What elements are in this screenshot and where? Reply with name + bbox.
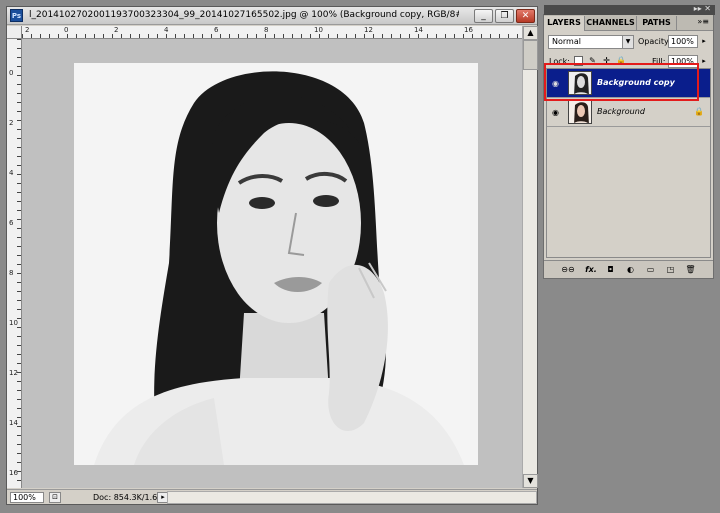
layer-thumbnail: [568, 100, 592, 124]
opacity-label: Opacity:: [638, 37, 671, 46]
vertical-scrollbar[interactable]: ▲ ▼: [522, 26, 538, 488]
ruler-label: 6: [214, 26, 219, 34]
group-icon[interactable]: ▭: [644, 264, 657, 276]
status-bar: 100% ⊡ Doc: 854.3K/1.67M ▸: [7, 489, 537, 504]
status-menu-icon[interactable]: ⊡: [49, 492, 61, 503]
link-icon[interactable]: ⊖⊖: [558, 264, 578, 276]
minimize-button[interactable]: _: [474, 9, 493, 23]
layers-panel: ▸▸ ✕ LAYERS CHANNELS PATHS »≡ Normal ▼ O…: [543, 4, 715, 279]
opacity-value: 100%: [671, 37, 694, 46]
ruler-horizontal[interactable]: 2 0 2 4 6 8 10 12 14 16: [22, 26, 522, 39]
blend-mode-value: Normal: [552, 37, 581, 46]
tab-paths[interactable]: PATHS: [637, 16, 677, 31]
panel-header-bar[interactable]: ▸▸ ✕: [544, 4, 715, 15]
layer-name[interactable]: Background: [597, 107, 645, 116]
ruler-label: 14: [9, 419, 18, 427]
adjustment-icon[interactable]: ◐: [624, 264, 637, 276]
panel-menu-icon[interactable]: »≡: [697, 17, 709, 26]
chevron-right-icon[interactable]: ▸: [698, 35, 710, 48]
eye-icon[interactable]: ◉: [550, 108, 561, 117]
selection-highlight-box: [544, 63, 699, 101]
ruler-label: 14: [414, 26, 423, 34]
lock-icon: 🔒: [694, 107, 704, 116]
ruler-label: 16: [464, 26, 473, 34]
tab-channels[interactable]: CHANNELS: [585, 16, 637, 31]
ruler-label: 6: [9, 219, 14, 227]
fx-icon[interactable]: fx.: [584, 264, 598, 276]
document-window: Ps l_2014102702001193700323304_99_201410…: [6, 6, 538, 505]
ruler-vertical[interactable]: 0 2 4 6 8 10 12 14 16: [7, 39, 22, 488]
ruler-label: 0: [64, 26, 69, 34]
ruler-label: 12: [9, 369, 18, 377]
ruler-label: 2: [25, 26, 30, 34]
document-title: l_2014102702001193700323304_99_201410271…: [29, 10, 459, 20]
document-titlebar[interactable]: Ps l_2014102702001193700323304_99_201410…: [7, 7, 537, 25]
panel-tabs: LAYERS CHANNELS PATHS »≡: [544, 15, 713, 31]
horizontal-scrollbar[interactable]: [167, 491, 537, 504]
trash-icon[interactable]: 🗑: [684, 264, 697, 276]
ruler-label: 12: [364, 26, 373, 34]
ruler-corner[interactable]: [7, 26, 22, 39]
new-layer-icon[interactable]: ◳: [664, 264, 677, 276]
scroll-up-arrow-icon[interactable]: ▲: [523, 26, 538, 40]
maximize-button[interactable]: ❐: [495, 9, 514, 23]
photoshop-icon: Ps: [10, 9, 23, 22]
zoom-field[interactable]: 100%: [10, 492, 44, 503]
chevron-right-icon[interactable]: ▸: [698, 55, 710, 68]
layer-background[interactable]: ◉ Background 🔒: [547, 98, 710, 127]
panel-toolbar: ⊖⊖ fx. ◘ ◐ ▭ ◳ 🗑: [544, 260, 713, 278]
ruler-label: 4: [164, 26, 169, 34]
portrait-illustration: [74, 63, 478, 465]
ruler-label: 8: [9, 269, 14, 277]
collapse-icon[interactable]: ▸▸ ✕: [694, 4, 711, 13]
ruler-label: 10: [9, 319, 18, 327]
ruler-label: 8: [264, 26, 269, 34]
close-button[interactable]: ✕: [516, 9, 535, 23]
scroll-thumb[interactable]: [523, 40, 538, 70]
chevron-down-icon: ▼: [622, 36, 633, 48]
ruler-label: 10: [314, 26, 323, 34]
opacity-field[interactable]: 100% ▸: [668, 35, 706, 48]
ruler-label: 4: [9, 169, 14, 177]
ruler-label: 16: [9, 469, 18, 477]
mask-icon[interactable]: ◘: [604, 264, 617, 276]
blend-mode-select[interactable]: Normal ▼: [548, 35, 634, 49]
tab-layers[interactable]: LAYERS: [544, 16, 585, 31]
ruler-label: 2: [9, 119, 14, 127]
scroll-down-arrow-icon[interactable]: ▼: [523, 474, 538, 488]
canvas-area[interactable]: [22, 39, 522, 488]
ruler-label: 0: [9, 69, 14, 77]
ruler-label: 2: [114, 26, 119, 34]
portrait-image[interactable]: [74, 63, 478, 465]
